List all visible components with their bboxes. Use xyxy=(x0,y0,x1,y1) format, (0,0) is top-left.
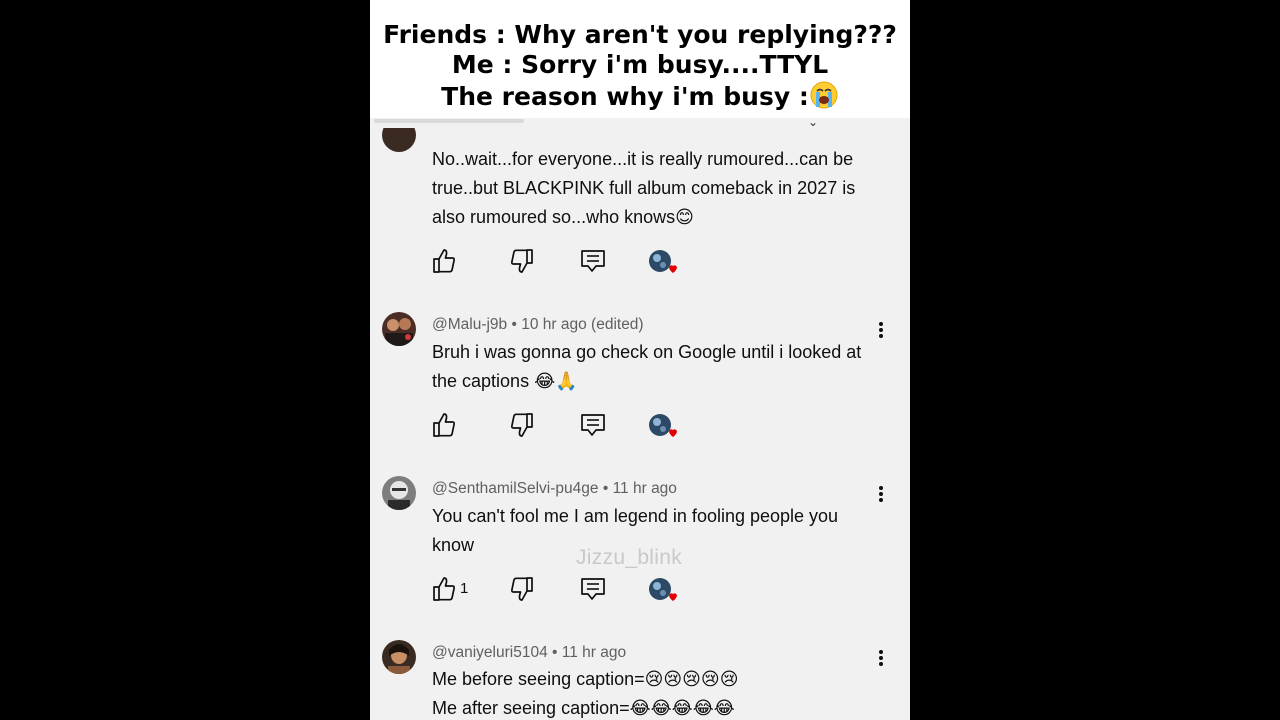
comment-meta: @Malu-j9b • 10 hr ago (edited) xyxy=(432,316,644,334)
meta-separator: • xyxy=(598,480,613,497)
clipped-meta-text xyxy=(374,119,524,123)
comment-body: Bruh i was gonna go check on Google unti… xyxy=(432,342,862,391)
dislike-icon xyxy=(510,413,533,437)
dislike-button[interactable] xyxy=(510,576,534,604)
like-button[interactable]: 1 xyxy=(432,576,468,604)
like-count: 1 xyxy=(460,580,469,597)
avatar[interactable] xyxy=(382,640,416,674)
comment-actions: 1 xyxy=(432,576,692,606)
creator-heart-icon xyxy=(648,248,678,278)
caption-line-2: Me : Sorry i'm busy....TTYL xyxy=(451,50,829,79)
comment-timestamp: 11 hr ago xyxy=(561,644,627,661)
meta-separator: • xyxy=(507,316,522,333)
dislike-icon xyxy=(510,249,533,273)
reply-icon xyxy=(581,414,605,436)
comment-timestamp: 10 hr ago (edited) xyxy=(521,316,644,333)
like-icon xyxy=(433,249,456,273)
comment-author[interactable]: @Malu-j9b xyxy=(432,316,507,333)
comment-body-line: Me after seeing caption=😂😂😂😂😂 xyxy=(432,698,735,718)
watermark: Jizzu_blink xyxy=(576,546,683,569)
like-button[interactable] xyxy=(432,412,456,440)
video-frame: Friends : Why aren't you replying??? Me … xyxy=(370,0,910,720)
caption-line-1: Friends : Why aren't you replying??? xyxy=(383,20,897,49)
dislike-button[interactable] xyxy=(510,248,534,276)
reply-button[interactable] xyxy=(580,248,606,276)
meta-separator: • xyxy=(547,644,562,661)
comment-body: No..wait...for everyone...it is really r… xyxy=(432,149,856,227)
comment-body-line: Me before seeing caption=😢😢😢😢😢 xyxy=(432,669,739,689)
caption-line-3-text: The reason why i'm busy : xyxy=(441,82,809,111)
crying-emoji-icon xyxy=(810,81,838,109)
creator-heart-icon xyxy=(648,576,678,606)
creator-heart-icon xyxy=(648,412,678,442)
comment-meta: @vaniyeluri5104 • 11 hr ago xyxy=(432,644,626,662)
comment-author[interactable]: @vaniyeluri5104 xyxy=(432,644,548,661)
comment-actions xyxy=(432,248,692,278)
reply-icon xyxy=(581,250,605,272)
caption-line-3: The reason why i'm busy : xyxy=(370,80,910,112)
avatar[interactable] xyxy=(382,476,416,510)
meme-caption: Friends : Why aren't you replying??? Me … xyxy=(370,0,910,118)
comment-body: Me before seeing caption=😢😢😢😢😢 Me after … xyxy=(432,665,882,720)
comment-meta: @SenthamilSelvi-pu4ge • 11 hr ago xyxy=(432,480,677,498)
reply-icon xyxy=(581,578,605,600)
dislike-icon xyxy=(510,577,533,601)
comment-author[interactable]: @SenthamilSelvi-pu4ge xyxy=(432,480,599,497)
clipped-comment-header: ⌄ xyxy=(370,115,910,129)
comment-timestamp: 11 hr ago xyxy=(612,480,677,497)
avatar[interactable] xyxy=(382,312,416,346)
reply-button[interactable] xyxy=(580,576,606,604)
like-icon xyxy=(433,577,456,601)
reply-button[interactable] xyxy=(580,412,606,440)
like-button[interactable] xyxy=(432,248,456,276)
dislike-button[interactable] xyxy=(510,412,534,440)
comment-actions xyxy=(432,412,692,442)
like-icon xyxy=(433,413,456,437)
